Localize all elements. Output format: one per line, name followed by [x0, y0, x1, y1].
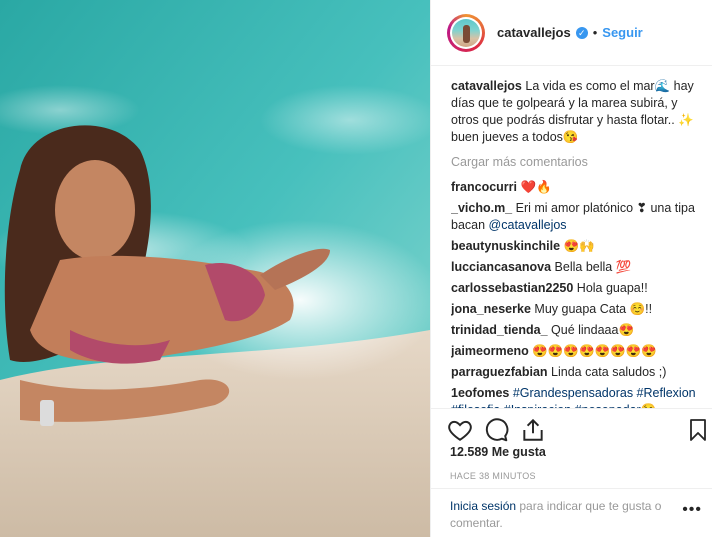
- comment-username[interactable]: lucciancasanova: [451, 260, 551, 274]
- post-timestamp: HACE 38 MINUTOS: [450, 471, 536, 481]
- caption: catavallejos La vida es como el mar🌊 hay…: [451, 78, 701, 146]
- more-options-icon[interactable]: •••: [682, 501, 702, 518]
- post-header: catavallejos ✓ • Seguir: [431, 0, 712, 66]
- username[interactable]: catavallejos: [497, 25, 571, 40]
- caption-username[interactable]: catavallejos: [451, 79, 522, 93]
- separator-dot: •: [592, 25, 598, 40]
- action-bar: [430, 408, 712, 448]
- comment-username[interactable]: carlossebastian2250: [451, 281, 573, 295]
- comment-username[interactable]: beautynuskinchile: [451, 239, 560, 253]
- mention-link[interactable]: @catavallejos: [489, 218, 567, 232]
- comment-username[interactable]: jona_neserke: [451, 302, 531, 316]
- comment: jona_neserke Muy guapa Cata ☺️!!: [451, 301, 701, 318]
- comment-username[interactable]: jaimeormeno: [451, 344, 529, 358]
- login-prompt: Inicia sesión para indicar que te gusta …: [430, 488, 712, 537]
- verified-badge-icon: ✓: [575, 26, 588, 39]
- comment-username[interactable]: _vicho.m_: [451, 201, 512, 215]
- comment: _vicho.m_ Eri mi amor platónico ❣ una ti…: [451, 200, 701, 234]
- avatar[interactable]: [447, 13, 485, 52]
- instagram-post: catavallejos ✓ • Seguir catavallejos La …: [0, 0, 712, 537]
- comment-username[interactable]: trinidad_tienda_: [451, 323, 548, 337]
- comment-text: ❤️🔥: [520, 180, 552, 194]
- comment-text: 😍🙌: [563, 239, 595, 253]
- comment-username[interactable]: 1eofomes: [451, 386, 509, 400]
- comment: francocurri ❤️🔥: [451, 179, 701, 196]
- comment-text: Linda cata saludos ;): [551, 365, 667, 379]
- comment: lucciancasanova Bella bella 💯: [451, 259, 701, 276]
- comment-text: Bella bella 💯: [554, 260, 632, 274]
- comment-icon[interactable]: [483, 417, 509, 443]
- post-photo[interactable]: [0, 0, 430, 537]
- comment-text: Qué lindaaa😍: [551, 323, 635, 337]
- load-more-comments-button[interactable]: Cargar más comentarios: [451, 154, 701, 171]
- comment-text: Hola guapa!!: [576, 281, 648, 295]
- login-link[interactable]: Inicia sesión: [450, 499, 516, 513]
- comment: beautynuskinchile 😍🙌: [451, 238, 701, 255]
- heart-icon[interactable]: [447, 417, 473, 443]
- comment: trinidad_tienda_ Qué lindaaa😍: [451, 322, 701, 339]
- comment-text: 😍😍😍😍😍😍😍😍: [532, 344, 657, 358]
- follow-button[interactable]: Seguir: [602, 25, 642, 40]
- comment-username[interactable]: francocurri: [451, 180, 517, 194]
- comment-username[interactable]: parraguezfabian: [451, 365, 548, 379]
- comment: jaimeormeno 😍😍😍😍😍😍😍😍: [451, 343, 701, 360]
- bookmark-icon[interactable]: [688, 417, 708, 443]
- comment: carlossebastian2250 Hola guapa!!: [451, 280, 701, 297]
- comments-list[interactable]: catavallejos La vida es como el mar🌊 hay…: [451, 78, 701, 408]
- comment-text: Muy guapa Cata ☺️!!: [534, 302, 653, 316]
- comment: parraguezfabian Linda cata saludos ;): [451, 364, 701, 381]
- beach-photo-illustration: [0, 0, 430, 537]
- likes-count[interactable]: 12.589 Me gusta: [450, 445, 546, 459]
- comment: 1eofomes #Grandespensadoras #Reflexion #…: [451, 385, 701, 408]
- share-icon[interactable]: [520, 417, 546, 443]
